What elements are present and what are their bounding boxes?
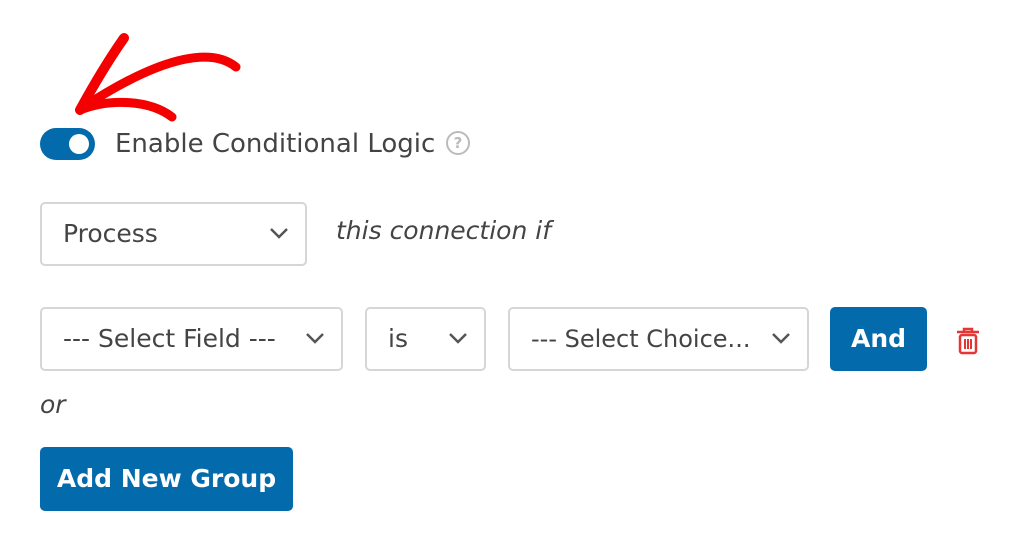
add-new-group-button[interactable]: Add New Group <box>40 447 293 511</box>
operator-select-value: is <box>388 324 408 353</box>
chevron-down-icon <box>306 333 324 344</box>
action-select[interactable]: Process <box>40 202 307 266</box>
connection-text: this connection if <box>336 216 552 245</box>
trash-icon[interactable] <box>955 327 981 355</box>
question-circle-icon[interactable]: ? <box>446 131 470 155</box>
field-select-value: --- Select Field --- <box>63 324 276 353</box>
annotation-arrow-icon <box>75 33 241 122</box>
and-button[interactable]: And <box>830 307 927 371</box>
field-select[interactable]: --- Select Field --- <box>40 307 343 371</box>
or-label: or <box>40 390 66 419</box>
chevron-down-icon <box>449 333 467 344</box>
chevron-down-icon <box>270 228 288 239</box>
choice-select[interactable]: --- Select Choice... <box>508 307 809 371</box>
operator-select[interactable]: is <box>365 307 486 371</box>
action-select-value: Process <box>63 219 158 248</box>
enable-conditional-logic-toggle[interactable] <box>40 128 95 160</box>
chevron-down-icon <box>772 333 790 344</box>
enable-conditional-logic-label: Enable Conditional Logic <box>115 129 436 159</box>
toggle-knob <box>69 134 89 154</box>
choice-select-value: --- Select Choice... <box>531 325 751 353</box>
